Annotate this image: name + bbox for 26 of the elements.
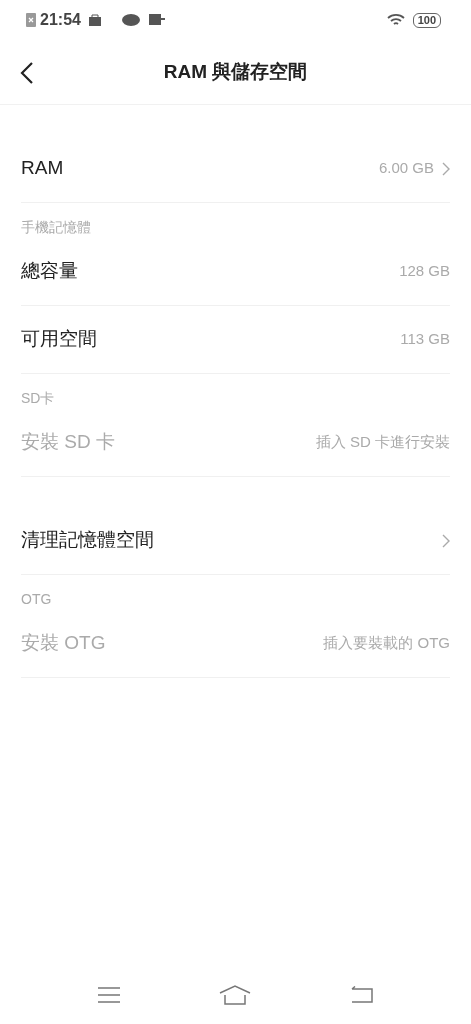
chevron-right-icon [442, 533, 450, 548]
section-header: OTG [21, 590, 53, 609]
row-value: 插入 SD 卡進行安裝 [315, 432, 450, 453]
home-icon [218, 984, 251, 1005]
settings-row[interactable]: 總容量 128 GB [21, 238, 450, 306]
menu-icon [97, 986, 120, 1003]
back-icon [20, 60, 34, 85]
battery-indicator: 100 [412, 12, 441, 28]
row-value: 128 GB [399, 261, 450, 282]
clock-time: 21:54 [40, 10, 81, 30]
row-value: 113 GB [400, 329, 450, 350]
settings-row[interactable]: RAM 6.00 GB [21, 135, 450, 203]
row-value: 6.00 GB [378, 158, 434, 179]
settings-row[interactable]: 清理記憶體空間 [21, 507, 450, 575]
return-icon [349, 985, 374, 1004]
settings-row[interactable]: 可用空間 113 GB [21, 306, 450, 374]
bag-icon [88, 14, 101, 26]
section-header: SD卡 [21, 389, 56, 408]
page-title: RAM 與儲存空間 [163, 59, 308, 84]
row-value: 插入要裝載的 OTG [323, 633, 450, 654]
section-header: 手機記憶體 [21, 218, 92, 237]
back-button[interactable] [20, 60, 34, 85]
chevron-right-icon [442, 161, 450, 176]
wifi-icon [386, 13, 405, 27]
sim-icon [26, 13, 36, 27]
home-button[interactable] [218, 982, 251, 1006]
